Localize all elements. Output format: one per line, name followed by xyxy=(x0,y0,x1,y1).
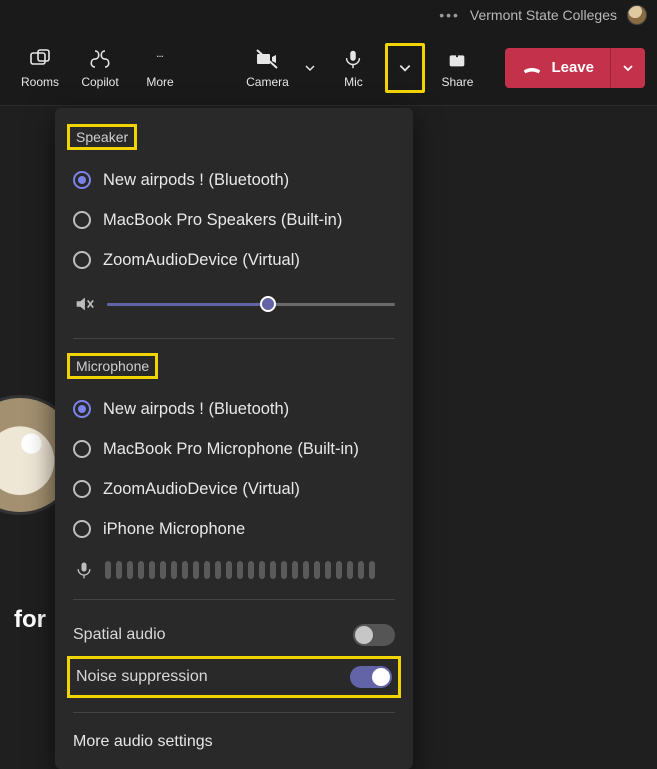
camera-off-icon xyxy=(255,47,279,71)
radio-icon xyxy=(73,251,91,269)
more-button[interactable]: More xyxy=(132,38,188,98)
microphone-option-3[interactable]: iPhone Microphone xyxy=(73,509,395,549)
rooms-button[interactable]: Rooms xyxy=(12,38,68,98)
microphone-option-label: ZoomAudioDevice (Virtual) xyxy=(103,480,300,499)
mic-chevron[interactable] xyxy=(398,61,412,75)
copilot-button[interactable]: Copilot xyxy=(72,38,128,98)
hangup-icon xyxy=(521,57,543,79)
volume-slider[interactable] xyxy=(107,303,395,306)
volume-slider-fill xyxy=(107,303,268,306)
speaker-section-label: Speaker xyxy=(67,124,137,150)
mic-level-icon xyxy=(73,559,95,581)
leave-button[interactable]: Leave xyxy=(505,48,611,88)
leave-label: Leave xyxy=(551,59,594,76)
avatar[interactable] xyxy=(627,5,647,25)
microphone-section-label: Microphone xyxy=(67,353,158,379)
rooms-label: Rooms xyxy=(21,75,59,89)
leave-chevron[interactable] xyxy=(611,48,645,88)
more-audio-settings-link[interactable]: More audio settings xyxy=(73,727,395,751)
mic-icon xyxy=(341,47,365,71)
speaker-option-2[interactable]: ZoomAudioDevice (Virtual) xyxy=(73,240,395,280)
speaker-muted-icon[interactable] xyxy=(73,293,95,315)
speaker-option-0[interactable]: New airpods ! (Bluetooth) xyxy=(73,160,395,200)
radio-selected-icon xyxy=(73,171,91,189)
share-button[interactable]: Share xyxy=(429,38,485,98)
speaker-option-label: New airpods ! (Bluetooth) xyxy=(103,171,289,190)
noise-suppression-row[interactable]: Noise suppression xyxy=(67,656,401,698)
divider xyxy=(73,712,395,713)
spatial-audio-toggle[interactable] xyxy=(353,624,395,646)
rooms-icon xyxy=(28,47,52,71)
audio-settings-panel: Speaker New airpods ! (Bluetooth) MacBoo… xyxy=(55,108,413,769)
share-icon xyxy=(445,47,469,71)
microphone-option-label: MacBook Pro Microphone (Built-in) xyxy=(103,440,359,459)
camera-button[interactable]: Camera xyxy=(239,38,295,98)
microphone-option-1[interactable]: MacBook Pro Microphone (Built-in) xyxy=(73,429,395,469)
more-label: More xyxy=(146,75,173,89)
divider xyxy=(73,599,395,600)
mic-label: Mic xyxy=(344,75,363,89)
radio-icon xyxy=(73,520,91,538)
microphone-option-label: New airpods ! (Bluetooth) xyxy=(103,400,289,419)
speaker-option-label: MacBook Pro Speakers (Built-in) xyxy=(103,211,342,230)
microphone-option-0[interactable]: New airpods ! (Bluetooth) xyxy=(73,389,395,429)
radio-selected-icon xyxy=(73,400,91,418)
copilot-label: Copilot xyxy=(81,75,118,89)
mic-level-meter xyxy=(105,561,375,579)
radio-icon xyxy=(73,211,91,229)
participant-name-fragment: for xyxy=(14,606,46,634)
noise-suppression-toggle[interactable] xyxy=(350,666,392,688)
microphone-option-2[interactable]: ZoomAudioDevice (Virtual) xyxy=(73,469,395,509)
more-icon xyxy=(148,47,172,71)
mic-chevron-highlight xyxy=(385,43,425,93)
speaker-option-label: ZoomAudioDevice (Virtual) xyxy=(103,251,300,270)
radio-icon xyxy=(73,440,91,458)
org-name: Vermont State Colleges xyxy=(470,7,617,23)
noise-suppression-label: Noise suppression xyxy=(76,668,208,686)
copilot-icon xyxy=(88,47,112,71)
divider xyxy=(73,338,395,339)
spatial-audio-label: Spatial audio xyxy=(73,626,166,644)
volume-slider-knob[interactable] xyxy=(260,296,276,312)
microphone-option-label: iPhone Microphone xyxy=(103,520,245,539)
more-dots-icon[interactable]: ••• xyxy=(439,7,460,23)
mic-button[interactable]: Mic xyxy=(325,38,381,98)
spatial-audio-row[interactable]: Spatial audio xyxy=(73,614,395,656)
meeting-toolbar: Rooms Copilot More Camera xyxy=(0,30,657,106)
camera-chevron[interactable] xyxy=(299,38,321,98)
camera-label: Camera xyxy=(246,75,289,89)
speaker-option-1[interactable]: MacBook Pro Speakers (Built-in) xyxy=(73,200,395,240)
radio-icon xyxy=(73,480,91,498)
share-label: Share xyxy=(441,75,473,89)
